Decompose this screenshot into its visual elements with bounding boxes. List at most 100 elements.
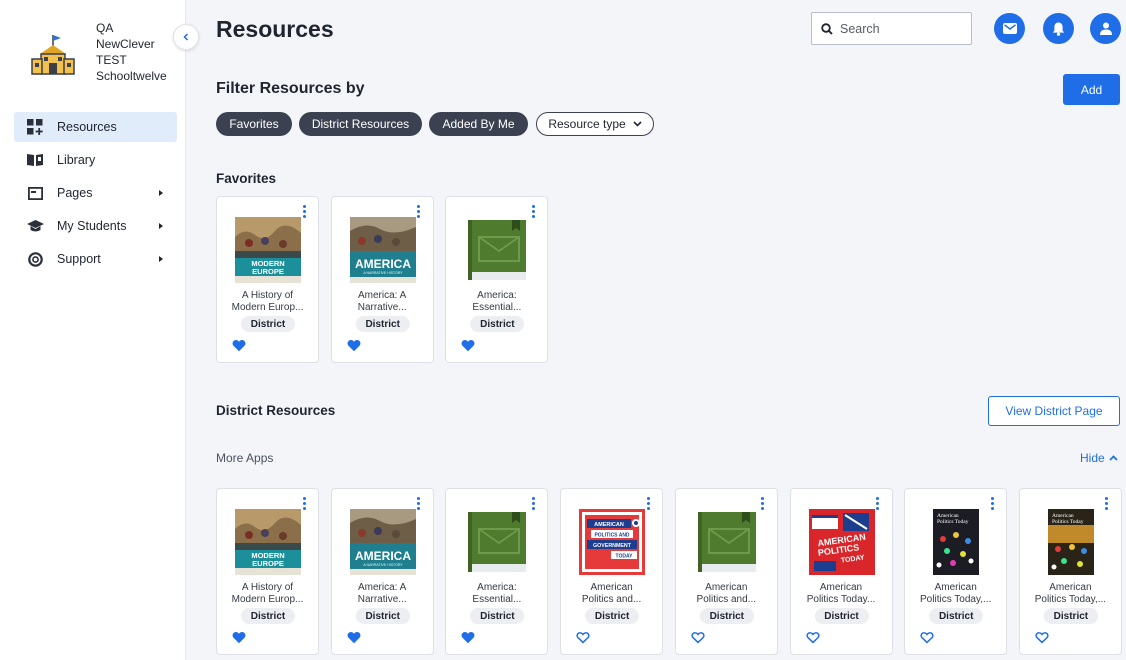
resource-title[interactable]: America: A Narrative... <box>336 582 429 606</box>
caret-right-icon <box>159 223 163 229</box>
resource-title-line: American <box>819 582 863 593</box>
book-cover-image[interactable]: AMERICAN POLITICS AND GOVERNMENT TODAY <box>579 509 646 575</box>
resource-card[interactable]: American Politics Today American Politic… <box>904 488 1008 655</box>
resource-card[interactable]: American Politics and... District <box>674 488 778 655</box>
heart-outline-icon[interactable] <box>805 631 820 644</box>
more-options-icon[interactable] <box>646 497 650 510</box>
resource-title-line: Modern Europ... <box>231 594 304 605</box>
resource-title-line: A History of <box>241 290 294 301</box>
book-cover-image[interactable]: AMERICA A NARRATIVE HISTORY <box>349 217 416 283</box>
sidebar-item-label: Resources <box>57 120 117 134</box>
heart-filled-icon[interactable] <box>232 339 246 352</box>
more-options-icon[interactable] <box>876 497 880 510</box>
more-options-icon[interactable] <box>302 205 306 218</box>
book-cover-image[interactable]: American Politics Today <box>923 509 990 575</box>
more-options-icon[interactable] <box>990 497 994 510</box>
filter-chip-district-resources[interactable]: District Resources <box>299 112 422 136</box>
svg-text:AMERICA: AMERICA <box>355 257 411 271</box>
messages-button[interactable] <box>994 13 1025 44</box>
heart-outline-icon[interactable] <box>1035 631 1049 644</box>
book-cover-image[interactable]: AMERICA A NARRATIVE HISTORY <box>349 509 416 575</box>
svg-text:EUROPE: EUROPE <box>252 559 284 568</box>
book-cover-image[interactable] <box>464 509 530 575</box>
book-cover-image[interactable] <box>464 217 530 283</box>
heart-filled-icon[interactable] <box>232 631 246 644</box>
resource-title-line: American <box>1049 582 1092 593</box>
graduation-cap-icon <box>26 217 44 235</box>
resource-title[interactable]: A History of Modern Europ... <box>221 290 314 314</box>
resource-title[interactable]: American Politics Today,... <box>909 582 1002 606</box>
page-icon <box>26 184 44 202</box>
book-cover-image[interactable]: MODERN EUROPE <box>235 217 301 283</box>
svg-text:POLITICS AND: POLITICS AND <box>595 533 630 539</box>
add-button[interactable]: Add <box>1063 74 1120 105</box>
heart-outline-icon[interactable] <box>576 631 590 644</box>
district-badge: District <box>585 608 640 624</box>
more-options-icon[interactable] <box>531 497 535 510</box>
caret-right-icon <box>159 190 163 196</box>
resource-card[interactable]: AMERICA A NARRATIVE HISTORY America: A N… <box>330 488 434 655</box>
filter-heading: Filter Resources by <box>216 80 365 97</box>
district-badge: District <box>355 608 410 624</box>
heart-filled-icon[interactable] <box>347 631 361 644</box>
resource-title[interactable]: America: Essential... <box>450 582 543 606</box>
notifications-button[interactable] <box>1043 13 1074 44</box>
collapse-sidebar-button[interactable] <box>173 24 199 50</box>
resource-title-line: Politics Today... <box>806 594 876 605</box>
resource-card[interactable]: America: Essential... District <box>445 488 549 655</box>
more-options-icon[interactable] <box>417 205 421 218</box>
sidebar-item-pages[interactable]: Pages <box>14 178 177 208</box>
profile-button[interactable] <box>1090 13 1121 44</box>
resource-title[interactable]: American Politics and... <box>680 582 773 606</box>
more-options-icon[interactable] <box>761 497 765 510</box>
filter-chip-added-by-me[interactable]: Added By Me <box>429 112 528 136</box>
resource-card[interactable]: AMERICAN POLITICS TODAY American Politic… <box>789 488 893 655</box>
sidebar: QA NewClever TEST Schooltwelve Resources… <box>0 0 186 660</box>
book-cover-image[interactable]: American Politics Today <box>1037 509 1104 575</box>
resource-card[interactable]: MODERN EUROPE A History of Modern Europ.… <box>216 488 319 655</box>
hide-label: Hide <box>1080 451 1105 465</box>
heart-filled-icon[interactable] <box>461 339 475 352</box>
heart-outline-icon[interactable] <box>691 631 705 644</box>
bell-icon <box>1052 22 1065 36</box>
view-district-page-button[interactable]: View District Page <box>988 396 1120 426</box>
resource-card[interactable]: MODERN EUROPE A History of Modern Europ.… <box>216 196 319 363</box>
more-options-icon[interactable] <box>1105 497 1109 510</box>
resource-title[interactable]: America: Essential... <box>450 290 543 314</box>
sidebar-item-resources[interactable]: Resources <box>14 112 177 142</box>
resource-title-line: Narrative... <box>357 594 407 605</box>
sidebar-item-library[interactable]: Library <box>14 145 177 175</box>
svg-text:TODAY: TODAY <box>616 554 634 560</box>
resource-title[interactable]: America: A Narrative... <box>336 290 429 314</box>
more-options-icon[interactable] <box>531 205 535 218</box>
resource-title-line: American <box>934 582 977 593</box>
heart-outline-icon[interactable] <box>920 631 934 644</box>
district-badge: District <box>814 608 869 624</box>
resource-title[interactable]: American Politics and... <box>565 582 658 606</box>
sidebar-item-support[interactable]: Support <box>14 244 177 274</box>
resource-title[interactable]: American Politics Today,... <box>1024 582 1117 606</box>
sidebar-item-my-students[interactable]: My Students <box>14 211 177 241</box>
book-cover-image[interactable]: AMERICAN POLITICS TODAY <box>808 509 875 575</box>
school-name-line: NewClever <box>96 37 155 51</box>
more-options-icon[interactable] <box>302 497 306 510</box>
book-cover-image[interactable]: MODERN EUROPE <box>235 509 301 575</box>
resource-title-line: America: <box>477 582 517 593</box>
filter-chip-favorites[interactable]: Favorites <box>216 112 292 136</box>
resource-title[interactable]: American Politics Today... <box>795 582 888 606</box>
sidebar-item-label: Support <box>57 252 101 266</box>
resource-card[interactable]: AMERICAN POLITICS AND GOVERNMENT TODAY A… <box>560 488 664 655</box>
more-options-icon[interactable] <box>417 497 421 510</box>
resource-title[interactable]: A History of Modern Europ... <box>221 582 314 606</box>
resource-card[interactable]: America: Essential... District <box>445 196 549 363</box>
heart-filled-icon[interactable] <box>461 631 475 644</box>
resource-card[interactable]: American Politics Today American Politic… <box>1018 488 1122 655</box>
resource-card[interactable]: AMERICA A NARRATIVE HISTORY America: A N… <box>330 196 434 363</box>
hide-link[interactable]: Hide <box>1080 451 1118 465</box>
book-cover-image[interactable] <box>694 509 760 575</box>
search-input[interactable] <box>840 21 960 36</box>
svg-text:A NARRATIVE HISTORY: A NARRATIVE HISTORY <box>363 563 403 567</box>
resource-type-dropdown[interactable]: Resource type <box>536 112 654 136</box>
search-box[interactable] <box>811 12 972 45</box>
heart-filled-icon[interactable] <box>347 339 361 352</box>
